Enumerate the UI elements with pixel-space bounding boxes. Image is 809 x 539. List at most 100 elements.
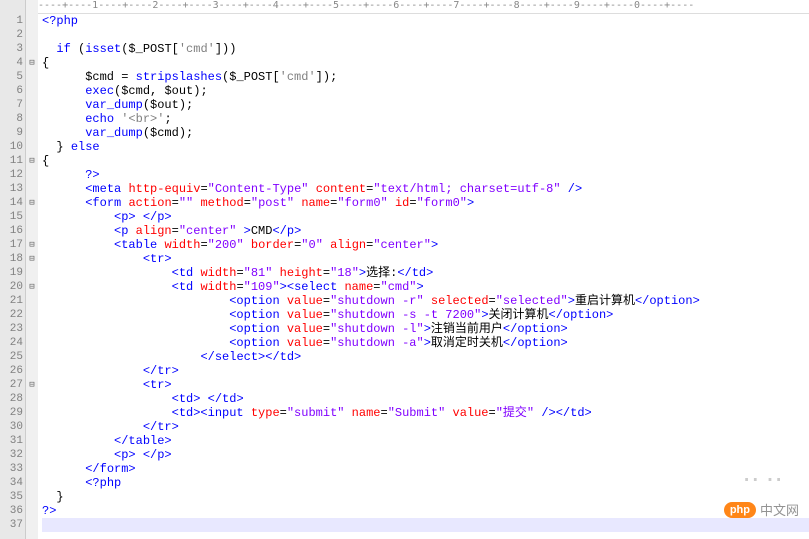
fold-marker [26,70,38,84]
code-line[interactable]: </tr> [42,420,809,434]
line-number: 28 [0,392,23,406]
code-line[interactable]: } else [42,140,809,154]
fold-marker [26,350,38,364]
line-number: 6 [0,84,23,98]
fold-marker [26,126,38,140]
code-line[interactable]: <form action="" method="post" name="form… [42,196,809,210]
code-line[interactable]: <p> </p> [42,210,809,224]
fold-marker [26,406,38,420]
code-line[interactable]: echo '<br>'; [42,112,809,126]
code-line[interactable]: <?php [42,14,809,28]
code-line[interactable]: <p> </p> [42,448,809,462]
fold-marker[interactable]: ⊟ [26,280,38,294]
code-line[interactable]: <option value="shutdown -a">取消定时关机</opti… [42,336,809,350]
line-number: 20 [0,280,23,294]
code-line[interactable]: <td><input type="submit" name="Submit" v… [42,406,809,420]
code-editor: 1234567891011121314151617181920212223242… [0,0,809,539]
fold-marker[interactable]: ⊟ [26,252,38,266]
fold-marker [26,364,38,378]
code-line[interactable]: var_dump($out); [42,98,809,112]
line-number: 22 [0,308,23,322]
fold-marker [26,224,38,238]
code-line[interactable]: <td width="81" height="18">选择:</td> [42,266,809,280]
code-line[interactable]: <table width="200" border="0" align="cen… [42,238,809,252]
line-number: 33 [0,462,23,476]
fold-marker [26,210,38,224]
code-line[interactable]: </tr> [42,364,809,378]
code-line[interactable] [42,28,809,42]
fold-marker [26,476,38,490]
line-number: 31 [0,434,23,448]
code-line[interactable]: <option value="shutdown -l">注销当前用户</opti… [42,322,809,336]
fold-marker [26,518,38,532]
watermark-badge: php [724,502,756,518]
code-line[interactable]: <meta http-equiv="Content-Type" content=… [42,182,809,196]
code-line[interactable]: exec($cmd, $out); [42,84,809,98]
code-line[interactable] [42,518,809,532]
fold-marker [26,182,38,196]
code-line[interactable]: <td width="109"><select name="cmd"> [42,280,809,294]
code-line[interactable]: ?> [42,168,809,182]
line-number: 12 [0,168,23,182]
line-number: 5 [0,70,23,84]
line-number: 36 [0,504,23,518]
code-line[interactable]: <td> </td> [42,392,809,406]
line-number: 26 [0,364,23,378]
code-line[interactable]: ?> [42,504,809,518]
line-number: 3 [0,42,23,56]
line-number: 18 [0,252,23,266]
line-number: 24 [0,336,23,350]
code-line[interactable]: } [42,490,809,504]
line-number: 9 [0,126,23,140]
column-ruler: ----+----1----+----2----+----3----+----4… [38,0,809,14]
decoration-dots: ‥‥ [742,458,789,489]
fold-marker [26,490,38,504]
line-number: 21 [0,294,23,308]
line-number: 37 [0,518,23,532]
code-line[interactable]: <p align="center" >CMD</p> [42,224,809,238]
line-number: 35 [0,490,23,504]
line-number: 10 [0,140,23,154]
line-number: 34 [0,476,23,490]
line-number: 14 [0,196,23,210]
code-line[interactable]: { [42,154,809,168]
code-line[interactable]: { [42,56,809,70]
fold-marker [26,98,38,112]
fold-marker [26,504,38,518]
code-line[interactable]: <?php [42,476,809,490]
fold-marker[interactable]: ⊟ [26,196,38,210]
line-number: 27 [0,378,23,392]
code-line[interactable]: <option value="shutdown -r" selected="se… [42,294,809,308]
line-number: 19 [0,266,23,280]
code-line[interactable]: <tr> [42,378,809,392]
code-area[interactable]: <?php if (isset($_POST['cmd'])){ $cmd = … [38,0,809,539]
fold-marker [26,84,38,98]
line-number: 13 [0,182,23,196]
code-line[interactable]: if (isset($_POST['cmd'])) [42,42,809,56]
line-number: 23 [0,322,23,336]
fold-marker [26,308,38,322]
fold-marker [26,448,38,462]
fold-marker [26,322,38,336]
code-line[interactable]: </table> [42,434,809,448]
code-line[interactable]: </form> [42,462,809,476]
fold-marker [26,140,38,154]
fold-marker[interactable]: ⊟ [26,154,38,168]
line-number: 4 [0,56,23,70]
fold-marker [26,266,38,280]
line-number: 2 [0,28,23,42]
fold-marker [26,462,38,476]
code-line[interactable]: </select></td> [42,350,809,364]
fold-marker[interactable]: ⊟ [26,378,38,392]
line-number-gutter: 1234567891011121314151617181920212223242… [0,0,26,539]
fold-marker [26,28,38,42]
code-line[interactable]: <tr> [42,252,809,266]
fold-marker [26,42,38,56]
line-number: 25 [0,350,23,364]
fold-marker[interactable]: ⊟ [26,238,38,252]
code-line[interactable]: <option value="shutdown -s -t 7200">关闭计算… [42,308,809,322]
fold-marker[interactable]: ⊟ [26,56,38,70]
watermark-text: 中文网 [760,500,799,519]
code-line[interactable]: var_dump($cmd); [42,126,809,140]
code-line[interactable]: $cmd = stripslashes($_POST['cmd']); [42,70,809,84]
